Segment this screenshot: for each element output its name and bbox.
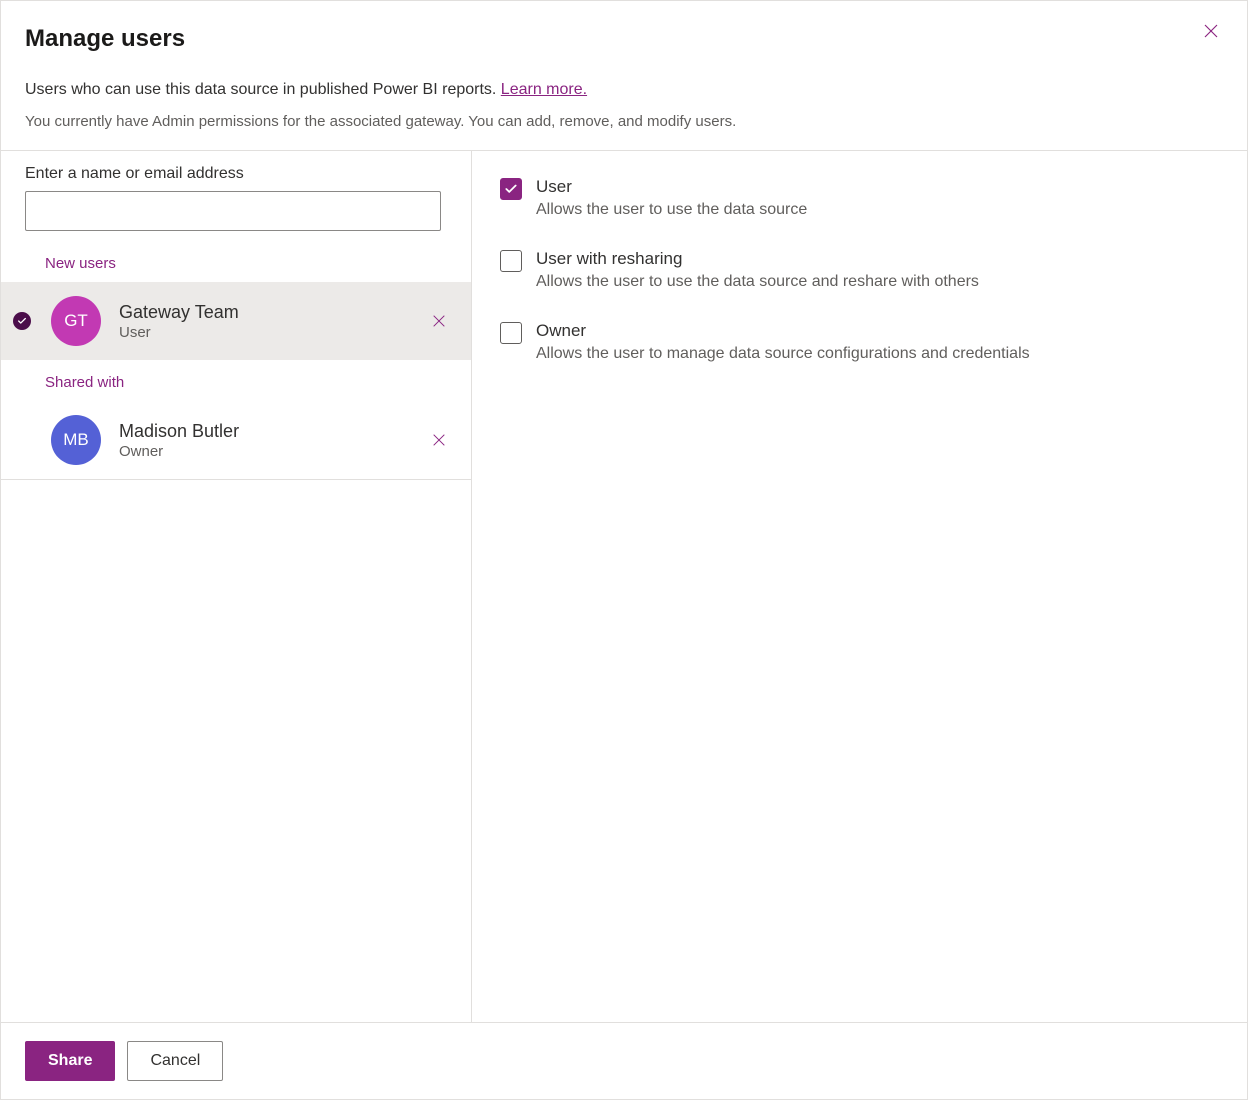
manage-users-dialog: Manage users Users who can use this data… xyxy=(0,0,1248,1100)
remove-user-button[interactable] xyxy=(427,309,451,333)
selected-check-icon xyxy=(13,312,31,330)
permission-description: Allows the user to use the data source xyxy=(536,201,1219,219)
shared-users-list: MB Madison ButlerOwner xyxy=(1,401,471,479)
permission-description: Allows the user to use the data source a… xyxy=(536,273,1219,291)
dialog-title: Manage users xyxy=(25,25,1223,53)
new-users-list: GT Gateway TeamUser xyxy=(1,282,471,360)
permission-title: User with resharing xyxy=(536,249,1219,269)
close-button[interactable] xyxy=(1199,19,1223,43)
search-label: Enter a name or email address xyxy=(25,165,447,183)
permission-title: User xyxy=(536,177,1219,197)
share-button[interactable]: Share xyxy=(25,1041,115,1081)
permission-row-reshare: User with resharing Allows the user to us… xyxy=(500,249,1219,291)
permission-title: Owner xyxy=(536,321,1219,341)
avatar: GT xyxy=(51,296,101,346)
remove-user-button[interactable] xyxy=(427,428,451,452)
permissions-pane: User Allows the user to use the data sour… xyxy=(472,151,1247,1022)
search-section: Enter a name or email address xyxy=(1,151,471,241)
search-input[interactable] xyxy=(25,191,441,231)
close-icon xyxy=(431,313,447,329)
close-icon xyxy=(431,432,447,448)
dialog-footer: Share Cancel xyxy=(1,1022,1247,1099)
permission-checkbox-reshare[interactable] xyxy=(500,250,522,272)
shared-with-label: Shared with xyxy=(1,360,471,401)
close-icon xyxy=(1202,22,1220,40)
user-role: User xyxy=(119,324,427,341)
user-role: Owner xyxy=(119,443,427,460)
permission-row-user: User Allows the user to use the data sour… xyxy=(500,177,1219,219)
user-row[interactable]: MB Madison ButlerOwner xyxy=(1,401,471,479)
new-users-label: New users xyxy=(1,241,471,282)
permission-description: Allows the user to manage data source co… xyxy=(536,345,1219,363)
users-pane: Enter a name or email address New users … xyxy=(1,151,472,1022)
user-row[interactable]: GT Gateway TeamUser xyxy=(1,282,471,360)
dialog-description: Users who can use this data source in pu… xyxy=(25,81,1223,99)
avatar: MB xyxy=(51,415,101,465)
dialog-body: Enter a name or email address New users … xyxy=(1,151,1247,1022)
list-divider xyxy=(1,479,471,480)
permission-checkbox-owner[interactable] xyxy=(500,322,522,344)
dialog-sub-description: You currently have Admin permissions for… xyxy=(25,113,1223,130)
permission-checkbox-user[interactable] xyxy=(500,178,522,200)
dialog-header: Manage users Users who can use this data… xyxy=(1,1,1247,151)
user-name: Gateway Team xyxy=(119,302,427,323)
permission-row-owner: Owner Allows the user to manage data sour… xyxy=(500,321,1219,363)
learn-more-link[interactable]: Learn more. xyxy=(501,81,587,98)
cancel-button[interactable]: Cancel xyxy=(127,1041,223,1081)
user-name: Madison Butler xyxy=(119,421,427,442)
